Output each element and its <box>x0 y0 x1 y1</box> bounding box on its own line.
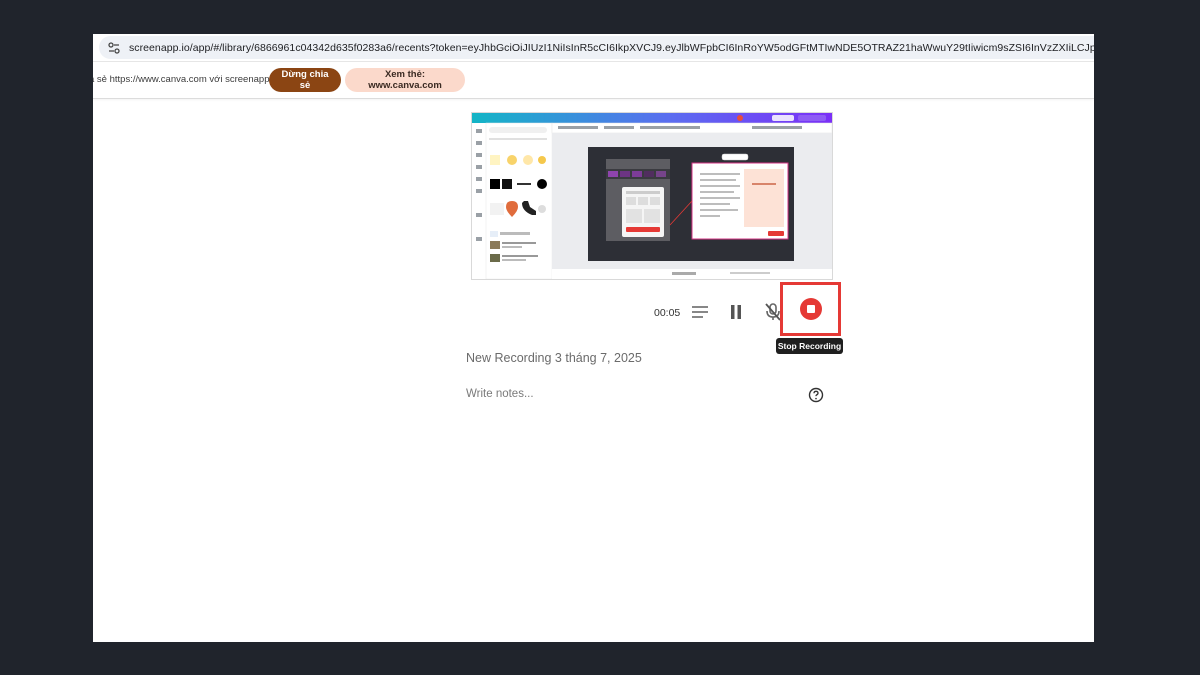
help-icon[interactable] <box>808 387 824 403</box>
stop-recording-tooltip: Stop Recording <box>776 338 843 354</box>
url-field[interactable]: screenapp.io/app/#/library/6866961c04342… <box>99 36 1094 59</box>
elapsed-timer: 00:05 <box>654 307 681 319</box>
address-bar: screenapp.io/app/#/library/6866961c04342… <box>93 34 1094 62</box>
notes-input[interactable]: Write notes... <box>466 388 534 400</box>
browser-window: screenapp.io/app/#/library/6866961c04342… <box>93 34 1094 642</box>
stop-sharing-button[interactable]: Dừng chia sẻ <box>269 68 341 92</box>
site-settings-icon[interactable] <box>107 41 121 55</box>
canva-screen-preview <box>472 113 832 279</box>
stop-record-icon <box>799 298 822 320</box>
stop-recording-button[interactable] <box>780 282 841 336</box>
screen-share-bar: a sẻ https://www.canva.com với screenapp… <box>93 62 1094 99</box>
share-message: a sẻ https://www.canva.com với screenapp… <box>93 74 280 85</box>
recording-preview <box>471 112 833 280</box>
recording-title[interactable]: New Recording 3 tháng 7, 2025 <box>466 351 642 365</box>
transcript-lines-icon[interactable] <box>691 304 709 320</box>
view-tab-button[interactable]: Xem thẻ: www.canva.com <box>345 68 465 92</box>
url-text: screenapp.io/app/#/library/6866961c04342… <box>129 41 1094 54</box>
pause-icon[interactable] <box>729 304 743 320</box>
